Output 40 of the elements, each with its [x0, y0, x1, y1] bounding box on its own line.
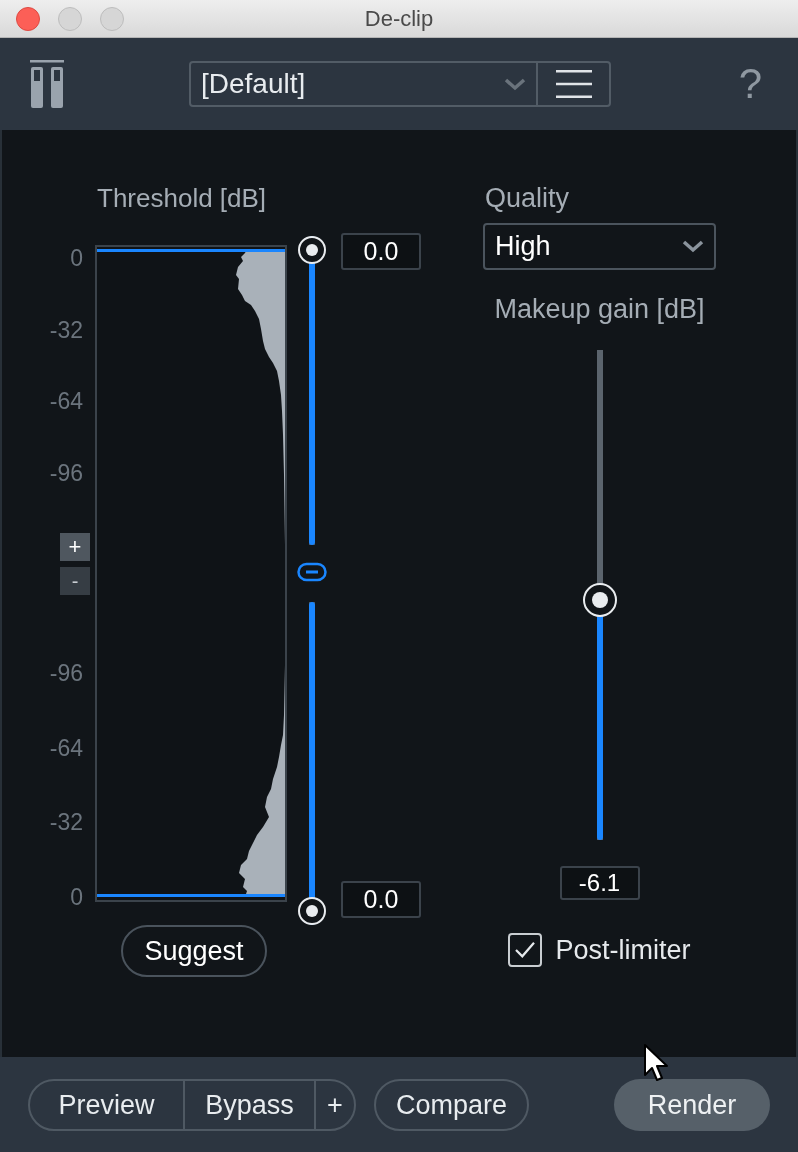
scale-label: -32 — [49, 315, 83, 345]
preview-button[interactable]: Preview — [30, 1081, 183, 1129]
fader-icon[interactable] — [30, 60, 64, 108]
chevron-down-icon — [504, 77, 526, 91]
scale-label: -64 — [49, 733, 83, 763]
scale-label: 0 — [70, 244, 83, 273]
slider-thumb[interactable] — [298, 236, 326, 264]
mouse-pointer-icon — [643, 1043, 669, 1083]
slider-thumb[interactable] — [582, 582, 617, 617]
quality-dropdown[interactable]: High — [483, 223, 716, 270]
value-field[interactable]: 0.0 — [341, 233, 421, 270]
checkmark-icon — [514, 941, 537, 959]
quality-label: Quality — [485, 182, 570, 214]
suggest-button[interactable]: Suggest — [121, 925, 267, 977]
menu-button[interactable] — [538, 61, 611, 107]
compare-button[interactable]: Compare — [374, 1079, 529, 1131]
chevron-down-icon — [682, 240, 704, 253]
checkbox-label: Post-limiter — [555, 934, 691, 966]
render-button[interactable]: Render — [614, 1079, 770, 1131]
link-icon[interactable] — [297, 562, 327, 582]
slider-thumb[interactable] — [298, 897, 326, 925]
zoom-out-button[interactable]: - — [60, 567, 90, 595]
value-field[interactable]: -6.1 — [559, 866, 640, 900]
threshold-label: Threshold [dB] — [97, 182, 267, 214]
window-title: De-clip — [364, 5, 434, 32]
scale-label: -96 — [49, 659, 83, 688]
add-button[interactable]: + — [314, 1081, 354, 1129]
preset-dropdown[interactable]: [Default] — [189, 61, 538, 107]
help-button[interactable]: ? — [738, 60, 762, 108]
makeup-gain-label: Makeup gain [dB] — [494, 293, 705, 325]
checkbox[interactable] — [508, 933, 543, 967]
menu-icon — [555, 70, 592, 98]
scale-label: 0 — [70, 882, 83, 912]
scale-label: -32 — [49, 808, 83, 838]
close-icon[interactable] — [16, 6, 40, 31]
scale-label: -96 — [49, 458, 83, 488]
value-field[interactable]: 0.0 — [341, 881, 421, 918]
zoom-in-button[interactable]: + — [60, 533, 90, 561]
bypass-button[interactable]: Bypass — [183, 1081, 314, 1129]
scale-label: -64 — [49, 387, 83, 417]
